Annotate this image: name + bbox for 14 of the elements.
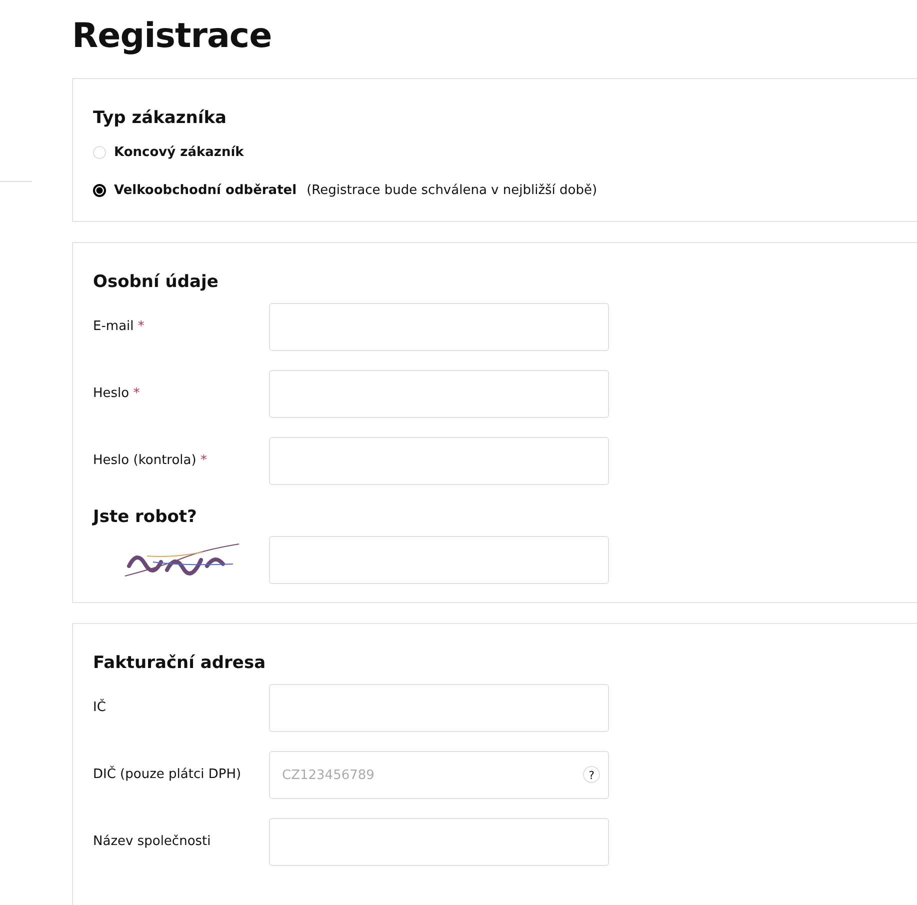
section-heading: Typ zákazníka bbox=[93, 107, 228, 130]
radio-label[interactable]: Velkoobchodní odběratel bbox=[114, 182, 297, 198]
radio-note: (Registrace bude schválena v nejbližší době) bbox=[306, 182, 598, 198]
radio-label[interactable]: Koncový zákazník bbox=[114, 144, 244, 160]
field-label: E-mail * bbox=[93, 318, 146, 336]
field-label: DIČ (pouze plátci DPH) bbox=[93, 764, 242, 784]
section-heading: Fakturační adresa bbox=[93, 652, 267, 675]
field-label: Heslo (kontrola) * bbox=[93, 452, 208, 470]
page-title: Registrace bbox=[72, 15, 273, 58]
field-label: Název společnosti bbox=[93, 833, 212, 851]
field-label: Heslo * bbox=[93, 385, 141, 403]
field-label: IČ bbox=[93, 698, 107, 717]
captcha-heading: Jste robot? bbox=[93, 506, 198, 529]
section-heading: Osobní údaje bbox=[93, 271, 220, 294]
